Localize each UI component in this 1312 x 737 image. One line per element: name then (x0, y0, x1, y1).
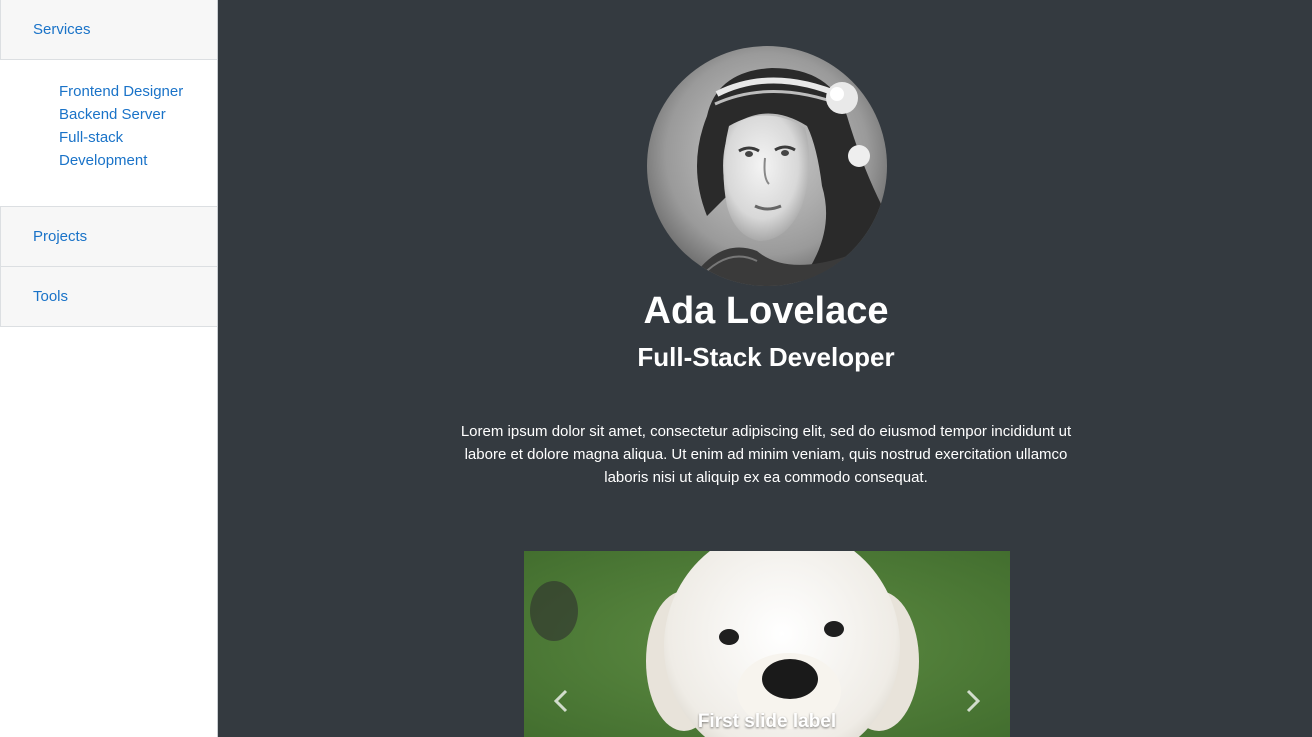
image-carousel: First slide label (524, 551, 1010, 737)
main-content: Ada Lovelace Full-Stack Developer Lorem … (220, 0, 1312, 737)
carousel-caption: First slide label (697, 711, 837, 732)
profile-bio: Lorem ipsum dolor sit amet, consectetur … (460, 423, 1072, 486)
sidebar: Services Frontend Designer Backend Serve… (0, 0, 218, 737)
page-root: Services Frontend Designer Backend Serve… (0, 0, 1312, 737)
services-submenu: Frontend Designer Backend Server Full-st… (0, 60, 217, 207)
submenu-item-backend-server[interactable]: Backend Server (59, 103, 199, 126)
sidebar-item-label: Tools (33, 288, 69, 305)
submenu-item-development[interactable]: Development (59, 149, 199, 172)
sidebar-item-label: Projects (33, 228, 88, 245)
portrait-image (647, 46, 887, 286)
sidebar-item-tools[interactable]: Tools (0, 267, 217, 327)
sidebar-item-label: Services (33, 21, 91, 38)
carousel-slide-image (524, 551, 1010, 737)
avatar (647, 46, 887, 286)
sidebar-item-services[interactable]: Services (0, 0, 217, 60)
submenu-item-full-stack[interactable]: Full-stack (59, 126, 199, 149)
sidebar-item-projects[interactable]: Projects (0, 207, 217, 267)
submenu-item-frontend-designer[interactable]: Frontend Designer (59, 80, 199, 103)
profile-name: Ada Lovelace (643, 290, 889, 332)
profile-role: Full-Stack Developer (637, 342, 895, 372)
